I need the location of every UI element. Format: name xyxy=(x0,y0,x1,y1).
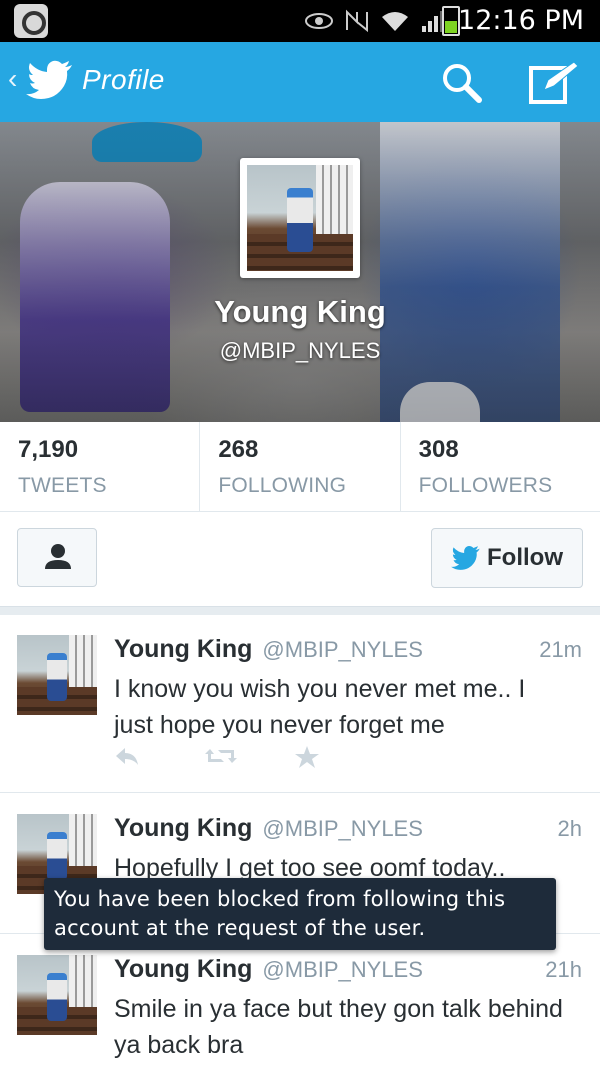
action-bar: ‹ Profile xyxy=(0,42,600,122)
action-bar-title: Profile xyxy=(82,64,165,95)
tweet-avatar[interactable] xyxy=(17,635,97,715)
stat-label: FOLLOWERS xyxy=(418,474,553,497)
reply-icon xyxy=(116,748,138,765)
profile-header: Young King @MBIP_NYLES xyxy=(0,122,600,422)
tweet-text: I know you wish you never met me.. I jus… xyxy=(114,675,526,739)
tweet-header: Young King @MBIP_NYLES 2h xyxy=(114,814,582,848)
reply-button[interactable] xyxy=(114,745,204,775)
wifi-icon xyxy=(382,12,408,31)
stat-value: 308 xyxy=(418,436,459,463)
tweet-item[interactable]: Young King @MBIP_NYLES 21m I know you wis… xyxy=(0,615,600,793)
follow-button-label: Follow xyxy=(487,544,563,571)
tweet-time: 21h xyxy=(545,957,582,982)
retweet-icon xyxy=(205,749,237,763)
star-icon xyxy=(295,746,319,768)
profile-actions: Follow xyxy=(0,512,600,608)
tweet-author-name: Young King xyxy=(114,635,253,663)
stat-followers[interactable]: 308 FOLLOWERS xyxy=(401,422,600,511)
tweet-actions xyxy=(114,745,384,775)
favorite-button[interactable] xyxy=(294,745,384,775)
status-bar: 12:16 PM xyxy=(0,0,600,42)
user-options-button[interactable] xyxy=(17,528,97,587)
profile-stats: 7,190 TWEETS 268 FOLLOWING 308 FOLLOWERS xyxy=(0,422,600,512)
profile-handle: @MBIP_NYLES xyxy=(219,338,381,363)
search-icon[interactable] xyxy=(436,58,486,108)
bird-icon xyxy=(451,546,480,570)
tweet-header: Young King @MBIP_NYLES 21h xyxy=(114,955,582,989)
back-chevron-icon[interactable]: ‹ xyxy=(8,64,17,94)
stat-value: 268 xyxy=(218,436,259,463)
stat-label: TWEETS xyxy=(18,474,107,497)
compose-icon[interactable] xyxy=(526,58,582,108)
bird-logo-icon[interactable] xyxy=(26,60,74,100)
stat-value: 7,190 xyxy=(18,436,79,463)
nfc-icon xyxy=(346,9,368,33)
tweet-avatar[interactable] xyxy=(17,955,97,1035)
stat-tweets[interactable]: 7,190 TWEETS xyxy=(0,422,201,511)
user-icon xyxy=(45,544,71,569)
profile-name: Young King xyxy=(214,294,386,329)
tweet-item[interactable]: Young King @MBIP_NYLES 21h Smile in ya fa… xyxy=(0,935,600,1066)
profile-avatar[interactable] xyxy=(240,158,360,278)
section-divider xyxy=(0,606,600,615)
blocked-toast: You have been blocked from following thi… xyxy=(44,878,556,950)
tweet-author-handle: @MBIP_NYLES xyxy=(262,816,423,841)
clock: 12:16 PM xyxy=(458,5,584,36)
tweet-text: Smile in ya face but they gon talk behin… xyxy=(114,995,563,1059)
stat-label: FOLLOWING xyxy=(218,474,347,497)
tweet-header: Young King @MBIP_NYLES 21m xyxy=(114,635,582,669)
status-icons xyxy=(304,8,450,34)
tweet-author-handle: @MBIP_NYLES xyxy=(262,637,423,662)
tweet-time: 2h xyxy=(557,816,582,841)
follow-button[interactable]: Follow xyxy=(431,528,583,588)
eye-icon xyxy=(305,13,333,29)
tweet-author-handle: @MBIP_NYLES xyxy=(262,957,423,982)
app-notification-icon xyxy=(14,4,48,38)
stat-following[interactable]: 268 FOLLOWING xyxy=(200,422,401,511)
tweet-author-name: Young King xyxy=(114,814,253,842)
tweet-author-name: Young King xyxy=(114,955,253,983)
tweet-time: 21m xyxy=(539,637,582,662)
retweet-button[interactable] xyxy=(204,745,294,775)
